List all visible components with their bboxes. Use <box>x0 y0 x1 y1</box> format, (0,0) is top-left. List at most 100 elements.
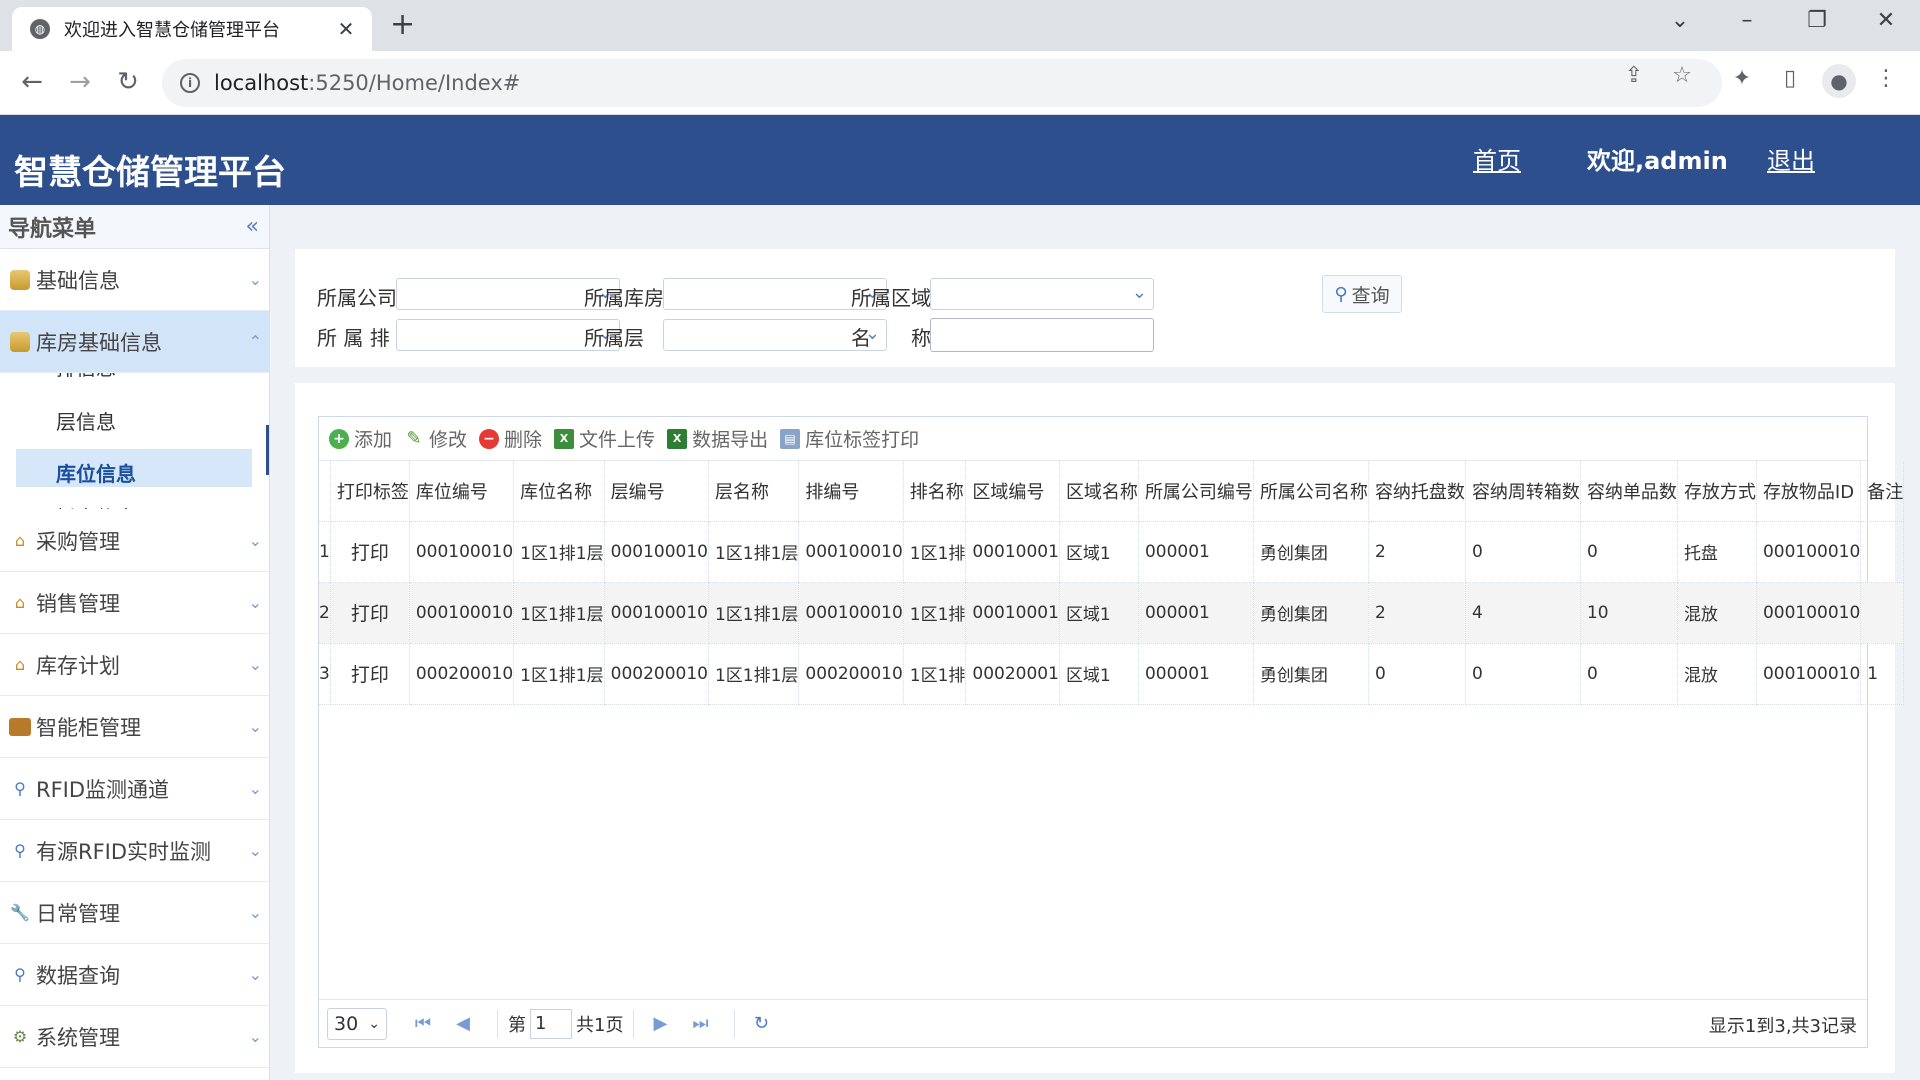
column-header[interactable]: 容纳托盘数 <box>1368 461 1466 522</box>
submenu-item-row[interactable]: 排信息 <box>16 373 252 389</box>
table-cell: 000100010 <box>409 582 515 644</box>
delete-button[interactable]: − 删除 <box>479 425 542 452</box>
column-header[interactable]: 所属公司名称 <box>1253 461 1369 522</box>
column-header[interactable]: 库位编号 <box>409 461 515 522</box>
menu-system[interactable]: ⚙ 系统管理 ⌄ <box>0 1006 269 1068</box>
collapse-icon[interactable]: « <box>246 214 259 239</box>
name-input[interactable] <box>930 318 1154 352</box>
print-labels-button[interactable]: ▤ 库位标签打印 <box>780 425 919 452</box>
menu-stock-plan[interactable]: ⌂ 库存计划 ⌄ <box>0 634 269 696</box>
bookmark-star-icon[interactable]: ☆ <box>1664 63 1700 88</box>
info-icon[interactable]: i <box>180 73 200 93</box>
table-cell: 2 <box>1368 582 1466 644</box>
column-header[interactable]: 存放方式 <box>1677 461 1757 522</box>
upload-button[interactable]: X 文件上传 <box>554 425 655 452</box>
menu-active-rfid[interactable]: ⚲ 有源RFID实时监测 ⌄ <box>0 820 269 882</box>
table-cell: 1 <box>1860 643 1905 705</box>
pencil-icon: ✎ <box>406 428 422 449</box>
table-row[interactable]: 1 打印 000100010 1区1排1层 000100010 1区1排1层 0… <box>319 521 1905 583</box>
column-header[interactable]: 区域名称 <box>1059 461 1139 522</box>
submenu-item-layer[interactable]: 层信息 <box>16 397 252 443</box>
menu-purchase[interactable]: ⌂ 采购管理 ⌄ <box>0 510 269 572</box>
browser-tab[interactable]: ◍ 欢迎进入智慧仓储管理平台 ✕ <box>12 7 372 51</box>
column-header[interactable]: 排名称 <box>903 461 967 522</box>
profile-avatar[interactable]: ● <box>1822 64 1856 98</box>
area-select[interactable]: ⌄ <box>930 278 1154 310</box>
export-button[interactable]: X 数据导出 <box>667 425 768 452</box>
menu-daily[interactable]: 🔧 日常管理 ⌄ <box>0 882 269 944</box>
print-link[interactable]: 打印 <box>330 582 410 644</box>
submenu-item-pallet[interactable]: 托盘信息 <box>16 493 252 510</box>
table-cell: 1区1排 <box>903 582 967 644</box>
menu-rfid-channel[interactable]: ⚲ RFID监测通道 ⌄ <box>0 758 269 820</box>
table-row[interactable]: 3 打印 000200010 1区1排1层 000200010 1区1排1层 0… <box>319 643 1905 705</box>
magnifier-icon: ⚲ <box>14 965 26 984</box>
table-cell: 10 <box>1580 582 1678 644</box>
search-icon: ⚲ <box>1334 283 1348 305</box>
column-header[interactable]: 容纳单品数 <box>1580 461 1678 522</box>
column-header[interactable]: 所属公司编号 <box>1138 461 1254 522</box>
first-page-icon[interactable]: ⏮ <box>407 1013 439 1034</box>
table-cell: 000001 <box>1138 582 1254 644</box>
table-cell: 0 <box>1368 643 1466 705</box>
column-header[interactable]: 容纳周转箱数 <box>1465 461 1581 522</box>
table-row[interactable]: 2 打印 000100010 1区1排1层 000100010 1区1排1层 0… <box>319 582 1905 644</box>
restore-button[interactable]: ❐ <box>1797 8 1837 33</box>
browser-menu-icon[interactable]: ⋮ <box>1868 66 1904 91</box>
side-panel-icon[interactable]: ▯ <box>1772 66 1808 91</box>
prev-page-icon[interactable]: ◀ <box>447 1013 479 1034</box>
query-button[interactable]: ⚲ 查询 <box>1322 275 1402 313</box>
refresh-icon[interactable]: ↻ <box>745 1013 777 1034</box>
column-header[interactable]: 层编号 <box>604 461 709 522</box>
table-cell: 000100010 <box>604 521 709 583</box>
share-icon[interactable]: ⇪ <box>1616 63 1652 88</box>
column-header[interactable]: 排编号 <box>798 461 904 522</box>
last-page-icon[interactable]: ⏭ <box>684 1013 716 1034</box>
reload-button[interactable]: ↻ <box>110 65 146 99</box>
menu-warehouse-basic-info[interactable]: 库房基础信息 ⌃ <box>0 311 269 373</box>
menu-sales[interactable]: ⌂ 销售管理 ⌄ <box>0 572 269 634</box>
next-page-icon[interactable]: ▶ <box>644 1013 676 1034</box>
add-button[interactable]: + 添加 <box>329 425 392 452</box>
menu-smart-cabinet[interactable]: 智能柜管理 ⌄ <box>0 696 269 758</box>
page-number-input[interactable]: 1 <box>530 1008 572 1039</box>
extensions-icon[interactable]: ✦ <box>1724 66 1760 91</box>
tab-close-icon[interactable]: ✕ <box>334 17 358 41</box>
column-header[interactable]: 打印标签 <box>330 461 410 522</box>
chevron-down-icon: ⌄ <box>248 779 262 798</box>
forward-button[interactable]: → <box>62 65 98 99</box>
page-size-select[interactable]: 30 ⌄ <box>327 1007 387 1040</box>
print-link[interactable]: 打印 <box>330 521 410 583</box>
new-tab-button[interactable]: + <box>390 10 415 40</box>
column-header[interactable]: 层名称 <box>708 461 800 522</box>
table-cell: 0 <box>1465 521 1581 583</box>
back-button[interactable]: ← <box>14 65 50 99</box>
table-cell: 4 <box>1465 582 1581 644</box>
logout-link[interactable]: 退出 <box>1767 141 1815 176</box>
pagination-bar: 30 ⌄ ⏮ ◀ 第 1 共1页 ▶ ⏭ ↻ 显示1到3,共3记录 <box>319 999 1867 1047</box>
home-link[interactable]: 首页 <box>1473 141 1521 176</box>
table-cell: 000001 <box>1138 643 1254 705</box>
table-cell: 000200010 <box>604 643 709 705</box>
menu-label: 智能柜管理 <box>36 715 141 740</box>
print-link[interactable]: 打印 <box>330 643 410 705</box>
menu-data-query[interactable]: ⚲ 数据查询 ⌄ <box>0 944 269 1006</box>
house-icon: ⌂ <box>14 593 26 612</box>
column-header[interactable]: 库位名称 <box>513 461 605 522</box>
column-header[interactable]: 区域编号 <box>965 461 1060 522</box>
sidebar-title: 导航菜单 <box>8 216 97 242</box>
wrench-icon: 🔧 <box>10 903 30 922</box>
url-host: localhost <box>214 71 309 95</box>
submenu-scrollbar[interactable] <box>266 425 269 475</box>
tab-search-icon[interactable]: ⌄ <box>1660 8 1700 33</box>
minimize-button[interactable]: – <box>1727 8 1767 33</box>
column-header[interactable]: 备注 <box>1860 461 1905 522</box>
chevron-down-icon: ⌄ <box>248 903 262 922</box>
url-input[interactable]: i localhost:5250/Home/Index# <box>162 59 1722 107</box>
chevron-down-icon: ⌄ <box>248 841 262 860</box>
edit-button[interactable]: ✎ 修改 <box>404 425 467 452</box>
close-window-button[interactable]: ✕ <box>1866 8 1906 33</box>
menu-basic-info[interactable]: 基础信息 ⌄ <box>0 249 269 311</box>
column-header[interactable]: 存放物品ID <box>1756 461 1862 522</box>
submenu-item-location[interactable]: 库位信息 <box>16 449 252 487</box>
